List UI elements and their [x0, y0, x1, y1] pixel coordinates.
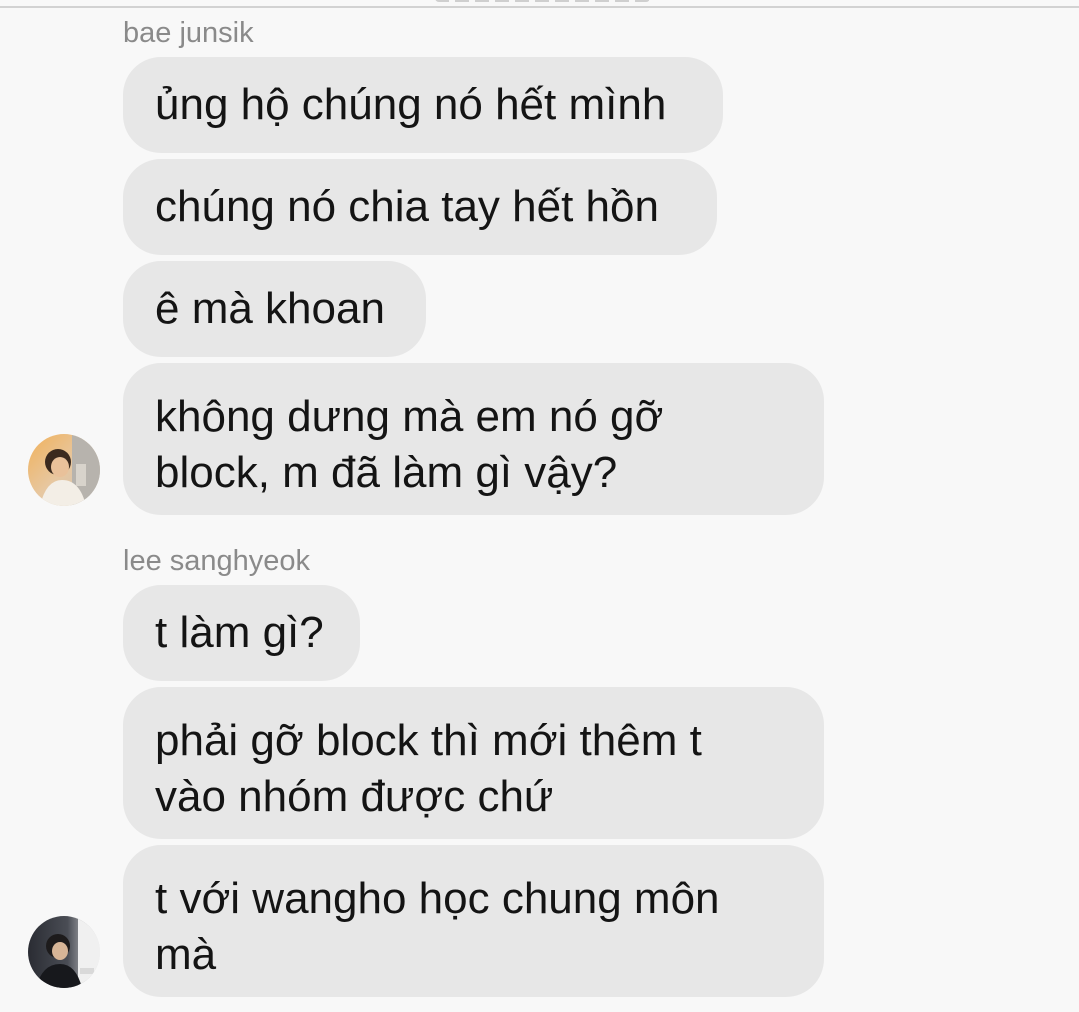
message-bubble[interactable]: t với wangho học chung môn mà: [123, 845, 824, 997]
sender-name: bae junsik: [123, 17, 254, 49]
message-text: không dưng mà em nó gỡ block, m đã làm g…: [155, 392, 664, 497]
message-bubble[interactable]: ủng hộ chúng nó hết mình: [123, 57, 723, 153]
sender-name: lee sanghyeok: [123, 545, 311, 577]
message-text: phải gỡ block thì mới thêm t vào nhóm đư…: [155, 716, 702, 821]
message-text: chúng nó chia tay hết hồn: [155, 182, 659, 231]
clipped-header-text: [435, 0, 650, 2]
message-text: ê mà khoan: [155, 284, 385, 333]
message-text: ủng hộ chúng nó hết mình: [155, 80, 667, 129]
message-bubble[interactable]: không dưng mà em nó gỡ block, m đã làm g…: [123, 363, 824, 515]
header-divider: [0, 0, 1079, 8]
message-bubble[interactable]: chúng nó chia tay hết hồn: [123, 159, 717, 255]
message-text: t làm gì?: [155, 608, 324, 657]
avatar-photo-icon[interactable]: [28, 916, 100, 988]
chat-screen: bae junsik ủng hộ chúng nó hết mình chún…: [0, 0, 1079, 1012]
message-text: t với wangho học chung môn mà: [155, 874, 720, 979]
message-bubble[interactable]: t làm gì?: [123, 585, 360, 681]
message-bubble[interactable]: phải gỡ block thì mới thêm t vào nhóm đư…: [123, 687, 824, 839]
avatar-photo-icon[interactable]: [28, 434, 100, 506]
message-bubble[interactable]: ê mà khoan: [123, 261, 426, 357]
